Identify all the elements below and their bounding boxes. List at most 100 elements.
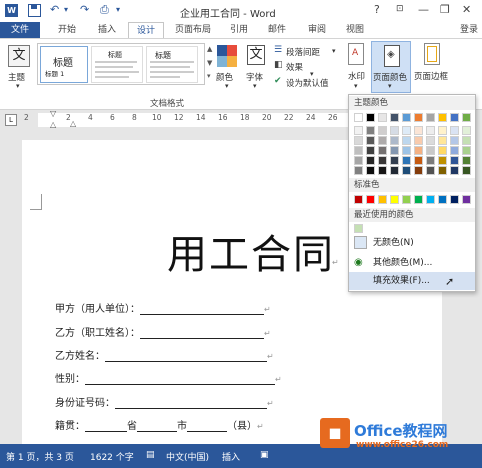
tab-file[interactable]: 文件 — [0, 22, 40, 38]
print-preview-icon[interactable]: ⎙ — [100, 3, 109, 17]
tab-home[interactable]: 开始 — [50, 22, 84, 38]
theme-color-swatch[interactable] — [438, 166, 447, 175]
theme-color-swatch[interactable] — [354, 166, 363, 175]
ruler-strip[interactable] — [38, 113, 348, 127]
first-line-indent-marker[interactable]: ▽ — [50, 109, 56, 118]
theme-color-swatch[interactable] — [450, 136, 459, 145]
undo-dropdown-icon[interactable]: ▾ — [64, 5, 68, 14]
redo-icon[interactable]: ↷ — [80, 3, 89, 16]
ribbon-display-options-icon[interactable]: ⊡ — [396, 4, 404, 14]
fonts-icon[interactable]: 文 — [247, 45, 265, 65]
theme-color-swatch[interactable] — [390, 166, 399, 175]
theme-color-swatch[interactable] — [462, 126, 471, 135]
theme-color-swatch[interactable] — [426, 156, 435, 165]
theme-color-swatch[interactable] — [402, 146, 411, 155]
customize-toolbar-icon[interactable]: ▾ — [116, 5, 120, 14]
theme-color-swatch[interactable] — [462, 136, 471, 145]
colors-dropdown-icon[interactable]: ▾ — [225, 82, 229, 90]
fill-effects-option[interactable]: 填充效果(F)... ➚ — [349, 272, 475, 290]
theme-color-swatch[interactable] — [438, 156, 447, 165]
page-borders-icon[interactable] — [424, 43, 440, 65]
restore-button[interactable]: ❐ — [440, 3, 450, 16]
standard-color-swatch[interactable] — [462, 195, 471, 204]
standard-color-swatch[interactable] — [366, 195, 375, 204]
birthplace-field[interactable]: 籍贯： 省 市 （县）↵ — [55, 417, 264, 432]
document-heading[interactable]: 用工合同 — [167, 222, 335, 280]
tab-view[interactable]: 视图 — [340, 22, 370, 38]
theme-color-swatch[interactable] — [462, 166, 471, 175]
theme-color-swatch[interactable] — [438, 146, 447, 155]
theme-color-swatch[interactable] — [414, 146, 423, 155]
theme-color-swatch[interactable] — [366, 136, 375, 145]
hanging-indent-marker[interactable]: △ — [50, 120, 56, 129]
theme-color-swatch[interactable] — [354, 113, 363, 122]
employee-name-field[interactable]: 乙方（职工姓名）： ↵ — [55, 324, 271, 339]
party-b-name-field[interactable]: 乙方姓名： ↵ — [55, 347, 274, 362]
sign-in-link[interactable]: 登录 — [460, 22, 478, 38]
theme-color-swatch[interactable] — [462, 113, 471, 122]
style-set-item[interactable]: 标题 — [91, 46, 143, 83]
themes-icon[interactable]: 文 — [8, 45, 30, 67]
macro-recording-icon[interactable]: ▣ — [260, 450, 269, 460]
theme-color-swatch[interactable] — [450, 113, 459, 122]
theme-color-swatch[interactable] — [438, 126, 447, 135]
theme-color-swatch[interactable] — [426, 166, 435, 175]
standard-color-swatch[interactable] — [354, 195, 363, 204]
theme-color-swatch[interactable] — [426, 126, 435, 135]
more-colors-option[interactable]: ◉ 其他颜色(M)... — [349, 254, 475, 272]
theme-color-swatch[interactable] — [390, 126, 399, 135]
theme-color-swatch[interactable] — [402, 113, 411, 122]
theme-color-swatch[interactable] — [390, 136, 399, 145]
no-color-option[interactable]: 无颜色(N) — [349, 234, 475, 252]
close-button[interactable]: ✕ — [462, 3, 471, 16]
gallery-scroll-down-icon[interactable]: ▼ — [207, 59, 212, 67]
insert-mode-indicator[interactable]: 插入 — [222, 450, 240, 463]
proofing-icon[interactable]: ▤ — [146, 450, 155, 460]
watermark-icon[interactable]: A — [348, 43, 364, 65]
paragraph-spacing-dropdown-icon[interactable]: ▾ — [332, 47, 336, 55]
theme-color-swatch[interactable] — [414, 166, 423, 175]
paragraph-spacing-button[interactable]: 段落间距 — [286, 46, 320, 58]
theme-color-swatch[interactable] — [402, 126, 411, 135]
id-number-field[interactable]: 身份证号码： ↵ — [55, 394, 274, 409]
theme-color-swatch[interactable] — [450, 156, 459, 165]
theme-color-swatch[interactable] — [354, 126, 363, 135]
save-icon[interactable] — [28, 4, 41, 17]
effects-button[interactable]: 效果 — [286, 61, 303, 73]
standard-color-swatch[interactable] — [390, 195, 399, 204]
standard-color-swatch[interactable] — [426, 195, 435, 204]
standard-color-swatch[interactable] — [450, 195, 459, 204]
theme-color-swatch[interactable] — [450, 126, 459, 135]
employer-field[interactable]: 甲方（用人单位）： ↵ — [55, 300, 271, 315]
theme-color-swatch[interactable] — [378, 126, 387, 135]
theme-color-swatch[interactable] — [366, 156, 375, 165]
recent-color-swatch[interactable] — [354, 224, 363, 233]
theme-color-swatch[interactable] — [426, 146, 435, 155]
help-button[interactable]: ? — [374, 3, 380, 16]
theme-color-swatch[interactable] — [414, 136, 423, 145]
tab-review[interactable]: 审阅 — [302, 22, 332, 38]
tab-page-layout[interactable]: 页面布局 — [170, 22, 216, 38]
gender-field[interactable]: 性别： ↵ — [55, 370, 282, 385]
tab-mailings[interactable]: 邮件 — [262, 22, 292, 38]
undo-icon[interactable]: ↶ — [50, 3, 59, 16]
theme-color-swatch[interactable] — [426, 136, 435, 145]
theme-color-swatch[interactable] — [438, 113, 447, 122]
theme-color-swatch[interactable] — [378, 166, 387, 175]
gallery-scroll-up-icon[interactable]: ▲ — [207, 45, 212, 53]
style-set-item[interactable]: 标题 标题 1 — [40, 46, 88, 83]
theme-color-swatch[interactable] — [426, 113, 435, 122]
theme-color-swatch[interactable] — [378, 136, 387, 145]
theme-color-swatch[interactable] — [354, 146, 363, 155]
theme-color-swatch[interactable] — [366, 146, 375, 155]
theme-color-swatch[interactable] — [414, 126, 423, 135]
theme-color-swatch[interactable] — [402, 166, 411, 175]
minimize-button[interactable]: — — [418, 3, 429, 16]
tab-insert[interactable]: 插入 — [90, 22, 124, 38]
tab-selector-icon[interactable]: L — [5, 114, 17, 126]
theme-color-swatch[interactable] — [366, 126, 375, 135]
theme-color-swatch[interactable] — [354, 136, 363, 145]
watermark-label[interactable]: 水印 — [348, 70, 365, 82]
page-count[interactable]: 第 1 页，共 3 页 — [6, 450, 74, 463]
theme-color-swatch[interactable] — [438, 136, 447, 145]
